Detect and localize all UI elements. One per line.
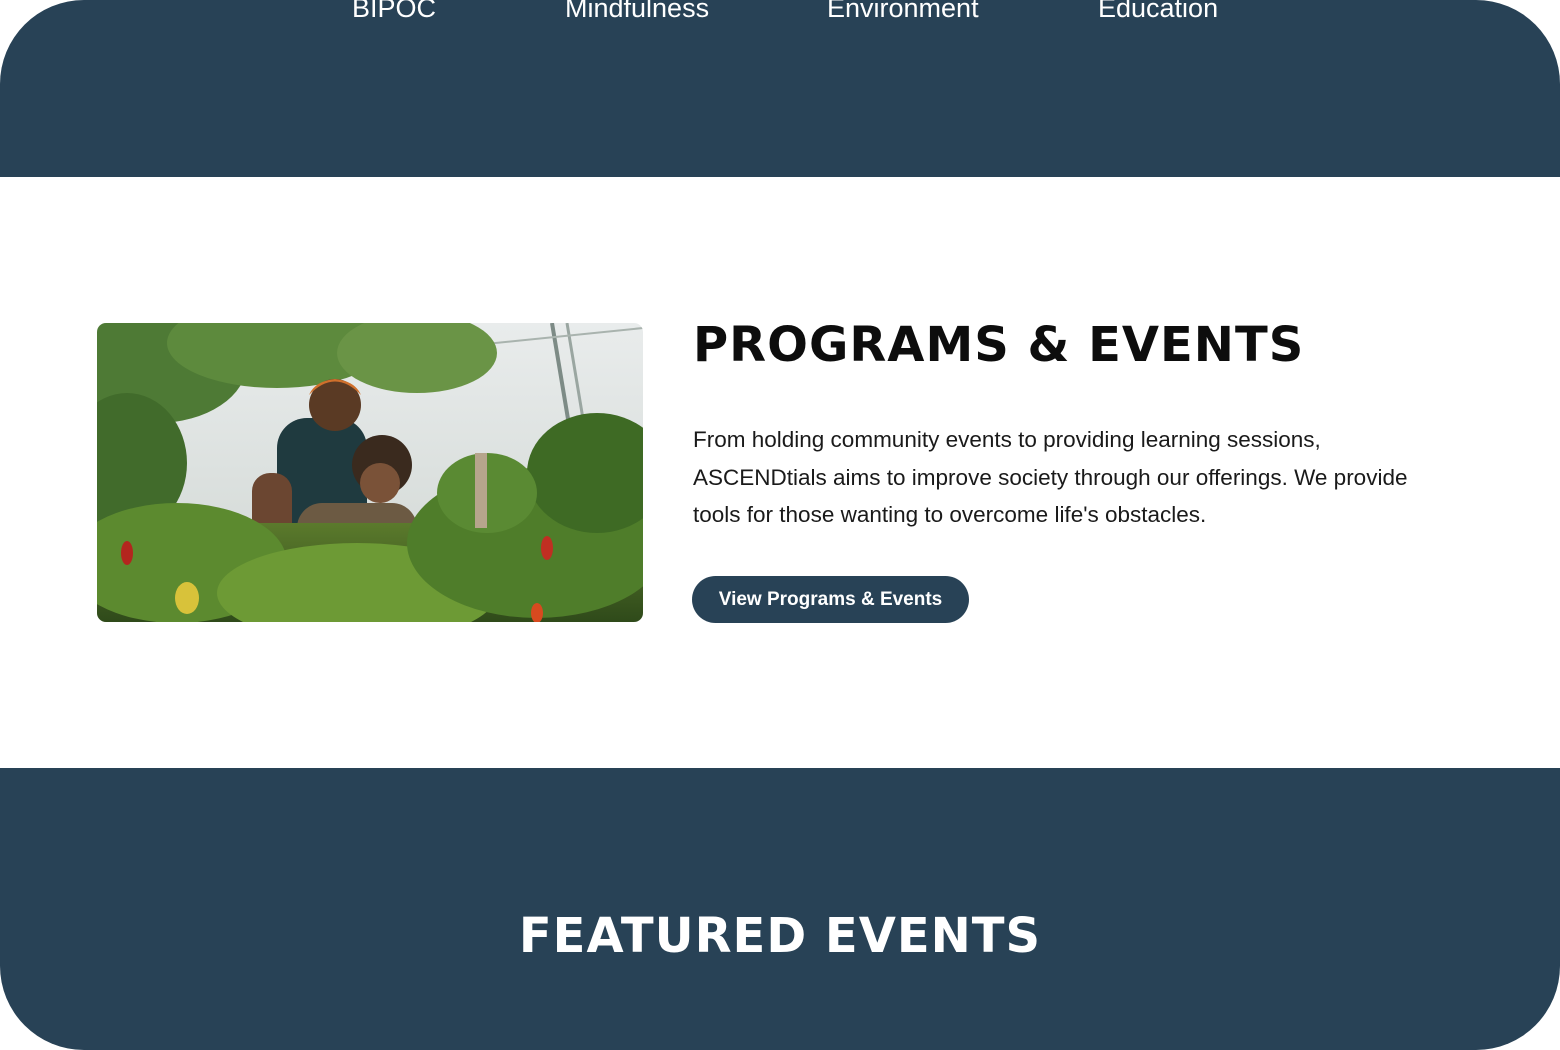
programs-section: PROGRAMS & EVENTS From holding community…: [0, 177, 1560, 768]
category-nav-band: BIPOC Mindfulness Environment Education: [0, 0, 1560, 177]
category-link-bipoc[interactable]: BIPOC: [352, 0, 436, 28]
view-programs-button[interactable]: View Programs & Events: [692, 576, 969, 623]
featured-events-title: FEATURED EVENTS: [518, 908, 1042, 964]
page-frame: BIPOC Mindfulness Environment Education: [0, 0, 1560, 1050]
category-nav: BIPOC Mindfulness Environment Education: [0, 0, 1560, 28]
category-link-education[interactable]: Education: [1098, 0, 1218, 28]
category-link-mindfulness[interactable]: Mindfulness: [565, 0, 709, 28]
featured-events-section: FEATURED EVENTS: [0, 768, 1560, 1050]
category-link-environment[interactable]: Environment: [827, 0, 979, 28]
garden-photo: [97, 323, 643, 622]
programs-description: From holding community events to providi…: [693, 427, 1408, 527]
programs-title: PROGRAMS & EVENTS: [693, 317, 1305, 373]
